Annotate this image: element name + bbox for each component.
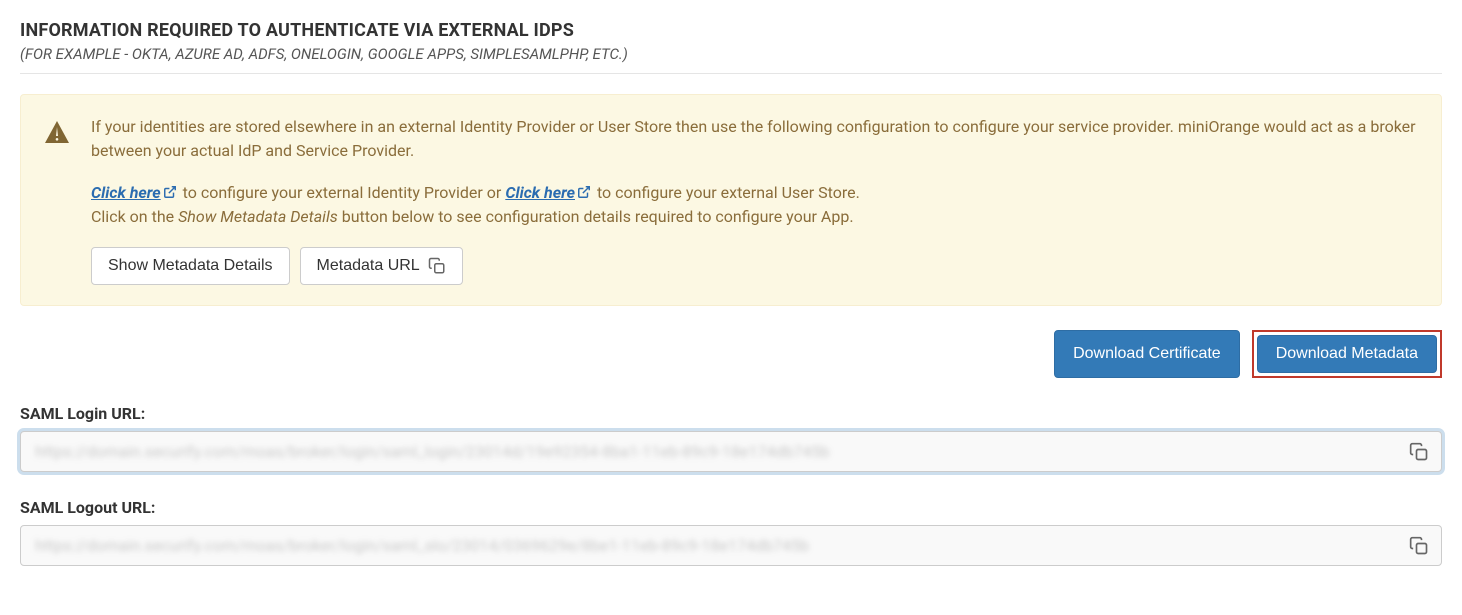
copy-icon bbox=[428, 257, 446, 275]
configure-idp-link[interactable]: Click here bbox=[91, 183, 179, 202]
divider bbox=[20, 73, 1442, 74]
download-metadata-highlight: Download Metadata bbox=[1252, 330, 1442, 378]
external-link-icon bbox=[163, 183, 177, 202]
alert-line3-pre: Click on the bbox=[91, 207, 178, 226]
alert-line3-post: button below to see configuration detail… bbox=[338, 207, 854, 226]
alert-text-1: If your identities are stored elsewhere … bbox=[91, 115, 1421, 163]
external-link-icon bbox=[577, 183, 591, 202]
header-title: INFORMATION REQUIRED TO AUTHENTICATE VIA… bbox=[20, 20, 1442, 41]
alert-between-text: to configure your external Identity Prov… bbox=[179, 183, 506, 202]
saml-login-url-field[interactable]: https://domain.securify.com/moas/broker/… bbox=[20, 431, 1442, 472]
alert-buttons: Show Metadata Details Metadata URL bbox=[91, 247, 1421, 285]
download-certificate-button[interactable]: Download Certificate bbox=[1054, 330, 1240, 378]
copy-icon[interactable] bbox=[1409, 536, 1429, 556]
metadata-url-button[interactable]: Metadata URL bbox=[300, 247, 463, 285]
metadata-url-label: Metadata URL bbox=[317, 257, 420, 275]
saml-logout-url-field[interactable]: https://domain.securify.com/moas/broker/… bbox=[20, 525, 1442, 566]
configure-userstore-link-text: Click here bbox=[505, 183, 575, 202]
saml-login-url-label: SAML Login URL: bbox=[20, 404, 1442, 423]
copy-icon[interactable] bbox=[1409, 442, 1429, 462]
show-metadata-details-button[interactable]: Show Metadata Details bbox=[91, 247, 290, 285]
download-row: Download Certificate Download Metadata bbox=[20, 330, 1442, 378]
alert-after-text: to configure your external User Store. bbox=[593, 183, 860, 202]
warning-icon bbox=[45, 115, 69, 285]
configure-userstore-link[interactable]: Click here bbox=[505, 183, 593, 202]
saml-login-url-value: https://domain.securify.com/moas/broker/… bbox=[35, 442, 1395, 461]
header-subtitle: (FOR EXAMPLE - OKTA, AZURE AD, ADFS, ONE… bbox=[20, 45, 1442, 63]
alert-text-2: Click here to configure your external Id… bbox=[91, 181, 1421, 229]
alert-line3-italic: Show Metadata Details bbox=[178, 207, 338, 226]
download-metadata-button[interactable]: Download Metadata bbox=[1257, 335, 1437, 373]
saml-logout-url-value: https://domain.securify.com/moas/broker/… bbox=[35, 536, 1395, 555]
configure-idp-link-text: Click here bbox=[91, 183, 161, 202]
alert-content: If your identities are stored elsewhere … bbox=[91, 115, 1421, 285]
info-alert: If your identities are stored elsewhere … bbox=[20, 94, 1442, 306]
saml-logout-url-label: SAML Logout URL: bbox=[20, 498, 1442, 517]
